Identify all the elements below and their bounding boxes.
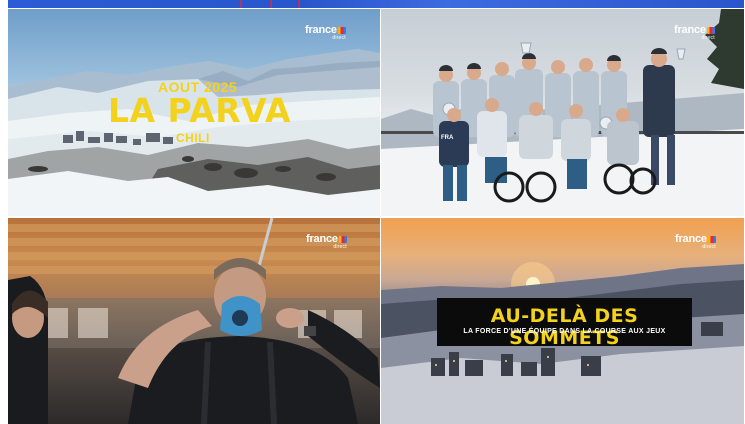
logo-mark-icon	[707, 236, 716, 243]
france-tv-logo: france direct	[675, 233, 716, 250]
video-thumbnail-au-dela-des-sommets[interactable]: france direct AU-DELÀ DES SOMMETS LA FOR…	[381, 218, 744, 424]
france-tv-logo: france direct	[306, 233, 347, 250]
logo-mark-icon	[337, 27, 346, 34]
strip-accent	[298, 0, 300, 8]
france-tv-logo: france direct	[674, 24, 715, 41]
strip-accent	[240, 0, 242, 8]
overlay-country: CHILI	[176, 131, 210, 145]
logo-mark-icon	[706, 27, 715, 34]
top-strip	[8, 0, 744, 8]
documentary-subtitle: LA FORCE D'UNE ÉQUIPE DANS LA COURSE AUX…	[463, 328, 666, 335]
jersey-label: FRA	[441, 135, 454, 141]
video-thumbnail-athlete-mask[interactable]: france direct	[8, 218, 380, 424]
overlay-location: LA PARVA	[108, 91, 292, 130]
documentary-title: AU-DELÀ DES SOMMETS	[490, 305, 639, 349]
strip-accent	[270, 0, 272, 8]
video-thumbnail-team-photo[interactable]: FRA france direct	[381, 9, 744, 216]
video-grid-page: france direct AOUT 2025 LA PARVA CHILI F…	[0, 0, 745, 424]
title-card: AU-DELÀ DES SOMMETS LA FORCE D'UNE ÉQUIP…	[437, 298, 692, 349]
france-tv-logo: france direct	[305, 24, 346, 41]
logo-mark-icon	[338, 236, 347, 243]
video-thumbnail-la-parva[interactable]: france direct AOUT 2025 LA PARVA CHILI	[8, 9, 380, 216]
